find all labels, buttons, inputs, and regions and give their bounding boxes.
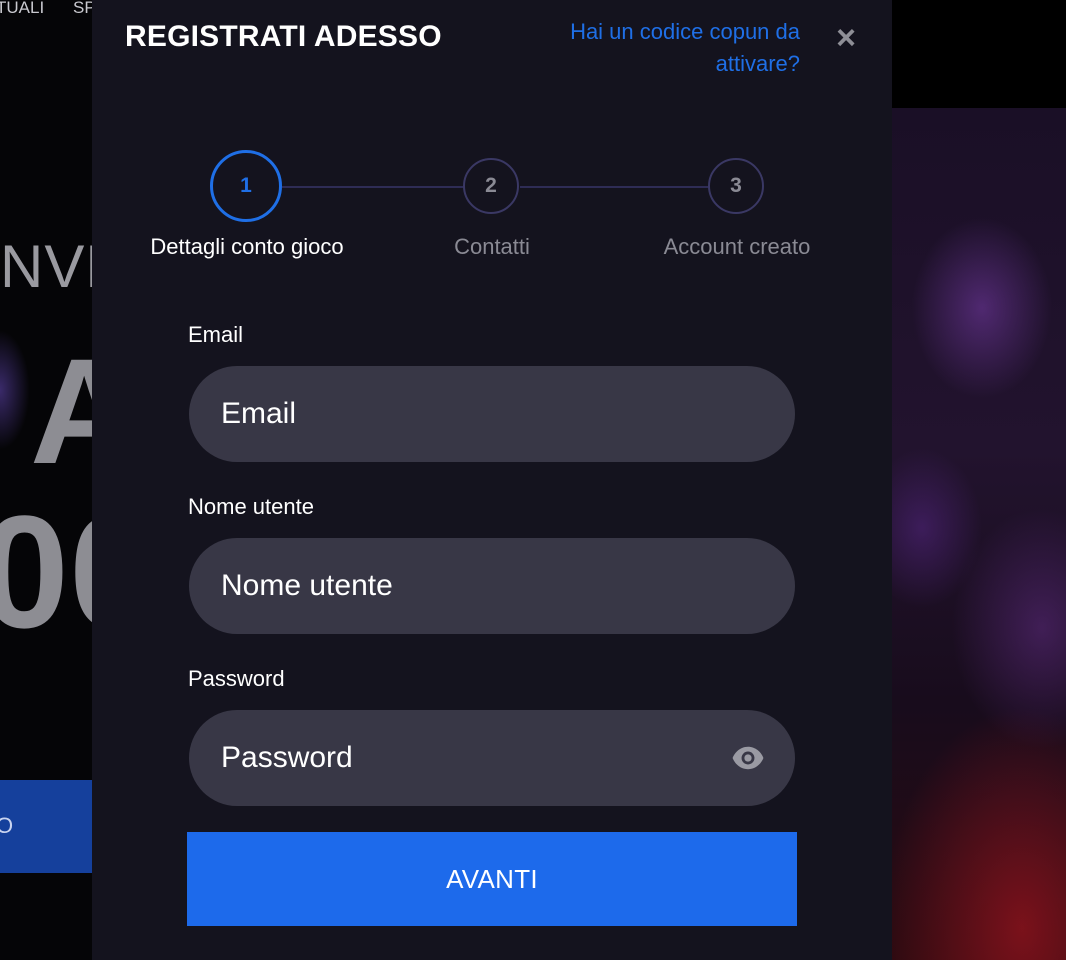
- background-promo-amount: 00: [0, 482, 92, 661]
- step-3-indicator: 3: [708, 158, 764, 214]
- email-field-wrapper: [189, 366, 795, 462]
- password-field[interactable]: [189, 710, 795, 806]
- email-field[interactable]: [189, 366, 795, 462]
- modal-title: REGISTRATI ADESSO: [125, 20, 442, 53]
- step-1-indicator: 1: [210, 150, 282, 222]
- background-hero-image: [892, 108, 1066, 960]
- username-field[interactable]: [189, 538, 795, 634]
- eye-icon[interactable]: [731, 744, 765, 772]
- username-label: Nome utente: [188, 494, 314, 519]
- next-button[interactable]: AVANTI: [187, 832, 797, 926]
- step-2-label: Contatti: [454, 234, 530, 259]
- background-nav-item[interactable]: SP: [73, 0, 92, 18]
- registration-modal: REGISTRATI ADESSO Hai un codice copun da…: [92, 0, 892, 960]
- password-label: Password: [188, 666, 285, 691]
- step-connector: [282, 186, 466, 188]
- background-page-right: [892, 0, 1066, 960]
- username-field-wrapper: [189, 538, 795, 634]
- registration-stepper: 1 2 3 Dettagli conto gioco Contatti Acco…: [92, 150, 892, 270]
- password-field-wrapper: [189, 710, 795, 806]
- email-label: Email: [188, 322, 244, 347]
- background-decoration: [0, 330, 30, 450]
- step-connector: [520, 186, 710, 188]
- close-icon[interactable]: ×: [830, 21, 862, 55]
- step-2-indicator: 2: [463, 158, 519, 214]
- step-1-label: Dettagli conto gioco: [150, 234, 344, 259]
- step-3-label: Account creato: [663, 234, 811, 259]
- background-nav-item[interactable]: TUALI: [0, 0, 44, 18]
- background-cta-label: O: [0, 813, 14, 838]
- background-cta-button[interactable]: O: [0, 780, 92, 873]
- background-promo-text: A: [30, 327, 92, 495]
- coupon-link[interactable]: Hai un codice copun da attivare?: [500, 16, 800, 80]
- background-page-left: TUALI SP NVE A 00 O: [0, 0, 92, 960]
- background-heading: NVE: [0, 233, 92, 300]
